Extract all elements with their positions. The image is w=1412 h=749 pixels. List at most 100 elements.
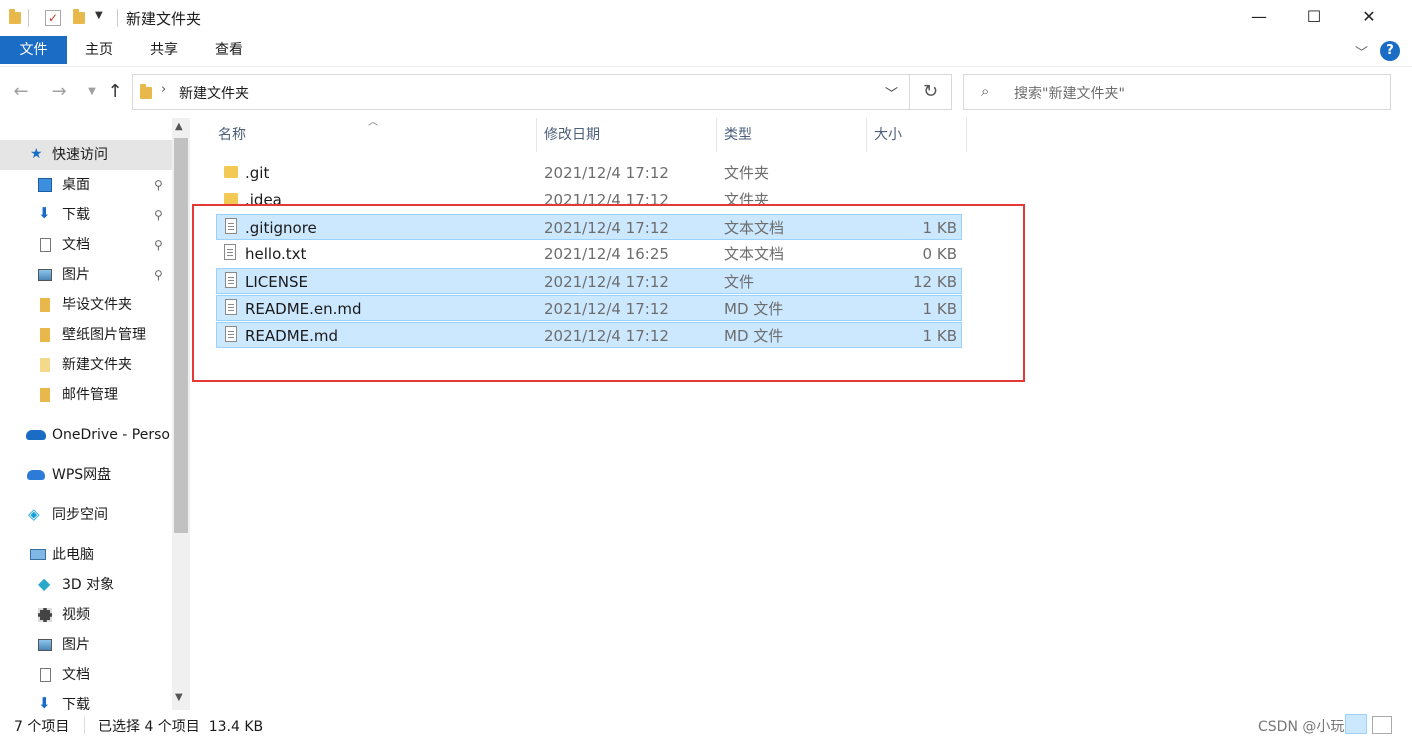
cloud-icon bbox=[27, 470, 45, 480]
folder-icon bbox=[140, 84, 152, 99]
forward-arrow-icon[interactable]: → bbox=[47, 80, 71, 104]
desktop-icon bbox=[38, 178, 52, 192]
file-name: .idea bbox=[245, 191, 282, 205]
sidebar-item-documents-pc[interactable]: 文档 bbox=[0, 660, 172, 690]
star-icon: ★ bbox=[30, 146, 43, 162]
sidebar-item-label: OneDrive - Perso bbox=[52, 427, 170, 443]
breadcrumb-current-folder[interactable]: 新建文件夹 bbox=[179, 83, 249, 103]
sidebar-item-sync-space[interactable]: ◈ 同步空间 bbox=[0, 500, 172, 530]
tab-file[interactable]: 文件 bbox=[0, 36, 67, 64]
sidebar-item-label: 此电脑 bbox=[52, 547, 94, 563]
column-divider[interactable] bbox=[536, 118, 537, 152]
sidebar-item-label: 下载 bbox=[62, 697, 90, 710]
refresh-button[interactable]: ↻ bbox=[910, 74, 952, 110]
window-title: 新建文件夹 bbox=[126, 10, 202, 28]
pin-icon[interactable]: ⚲ bbox=[154, 260, 163, 290]
column-divider[interactable] bbox=[966, 118, 967, 152]
pin-icon[interactable]: ⚲ bbox=[154, 170, 163, 200]
sidebar-item-pictures-pc[interactable]: 图片 bbox=[0, 630, 172, 660]
sidebar-item-downloads-pc[interactable]: ⬇ 下载 bbox=[0, 690, 172, 711]
tab-view[interactable]: 查看 bbox=[210, 36, 248, 64]
column-divider[interactable] bbox=[716, 118, 717, 152]
sidebar-item-onedrive[interactable]: OneDrive - Perso bbox=[0, 420, 172, 450]
column-header-size[interactable]: 大小 bbox=[874, 118, 902, 152]
folder-icon bbox=[40, 328, 50, 342]
back-arrow-icon[interactable]: ← bbox=[9, 80, 33, 104]
sidebar-item-3d-objects[interactable]: ◆ 3D 对象 bbox=[0, 570, 172, 600]
sidebar-item-quick-access[interactable]: ★ 快速访问 bbox=[0, 140, 172, 170]
folder-icon bbox=[40, 358, 50, 372]
sidebar-item-label: 3D 对象 bbox=[62, 577, 115, 593]
title-bar bbox=[0, 0, 1412, 36]
sidebar-item-new-folder[interactable]: 新建文件夹 bbox=[0, 350, 172, 380]
search-placeholder: 搜索"新建文件夹" bbox=[1014, 86, 1125, 102]
folder-icon[interactable] bbox=[9, 9, 21, 24]
video-icon bbox=[38, 608, 52, 622]
sidebar-item-documents[interactable]: 文档 ⚲ bbox=[0, 230, 172, 260]
tab-share[interactable]: 共享 bbox=[145, 36, 183, 64]
picture-icon bbox=[38, 269, 52, 281]
maximize-button[interactable]: ☐ bbox=[1291, 0, 1337, 34]
search-input[interactable]: ⌕ 搜索"新建文件夹" bbox=[963, 74, 1391, 110]
address-bar[interactable]: › 新建文件夹 ﹀ bbox=[132, 74, 910, 110]
sidebar-item-label: 桌面 bbox=[62, 177, 90, 193]
scroll-down-arrow-icon[interactable]: ▼ bbox=[175, 692, 183, 703]
file-modified: 2021/12/4 17:12 bbox=[544, 164, 669, 182]
sidebar-item-label: WPS网盘 bbox=[52, 467, 112, 483]
folder-icon bbox=[40, 298, 50, 312]
tab-home[interactable]: 主页 bbox=[80, 36, 118, 64]
scroll-up-arrow-icon[interactable]: ▲ bbox=[175, 121, 183, 132]
sidebar-item-label: 壁纸图片管理 bbox=[62, 327, 146, 343]
pin-icon[interactable]: ⚲ bbox=[154, 200, 163, 230]
recent-locations-chevron-icon[interactable]: ▼ bbox=[80, 80, 104, 104]
column-header-name[interactable]: 名称 bbox=[218, 118, 246, 152]
up-arrow-icon[interactable]: ↑ bbox=[103, 80, 127, 104]
document-icon bbox=[40, 238, 51, 252]
item-count: 7 个项目 bbox=[14, 719, 70, 735]
details-view-button[interactable] bbox=[1345, 714, 1367, 734]
file-name: .git bbox=[245, 164, 270, 182]
new-folder-icon[interactable] bbox=[73, 9, 85, 24]
column-divider[interactable] bbox=[866, 118, 867, 152]
sidebar-item-desktop[interactable]: 桌面 ⚲ bbox=[0, 170, 172, 200]
sidebar-scroll-thumb[interactable] bbox=[174, 138, 188, 533]
ribbon-expand-chevron-icon[interactable]: ﹀ bbox=[1355, 42, 1368, 61]
status-divider bbox=[84, 716, 85, 734]
cloud-icon bbox=[26, 430, 46, 440]
sidebar-item-label: 快速访问 bbox=[52, 147, 108, 163]
sidebar-item-label: 邮件管理 bbox=[62, 387, 118, 403]
file-type: 文件夹 bbox=[724, 191, 770, 205]
folder-icon bbox=[40, 388, 50, 402]
column-header-type[interactable]: 类型 bbox=[724, 118, 752, 152]
sidebar-item-videos[interactable]: 视频 bbox=[0, 600, 172, 630]
breadcrumb-separator-icon[interactable]: › bbox=[161, 82, 166, 97]
document-icon bbox=[40, 668, 51, 682]
sidebar-item-this-pc[interactable]: 此电脑 bbox=[0, 540, 172, 570]
quick-access-dropdown-icon[interactable]: ▼ bbox=[95, 10, 103, 21]
cube-icon: ◆ bbox=[38, 574, 51, 593]
file-row-git[interactable]: .git 2021/12/4 17:12 文件夹 bbox=[216, 160, 962, 186]
column-header-modified[interactable]: 修改日期 bbox=[544, 118, 600, 152]
large-icons-view-button[interactable] bbox=[1372, 716, 1392, 734]
sidebar-item-downloads[interactable]: ⬇ 下载 ⚲ bbox=[0, 200, 172, 230]
properties-check-icon[interactable]: ✓ bbox=[45, 10, 61, 26]
folder-icon bbox=[224, 166, 238, 178]
minimize-button[interactable]: — bbox=[1236, 0, 1282, 34]
file-row-idea[interactable]: .idea 2021/12/4 17:12 文件夹 bbox=[216, 187, 962, 205]
sidebar-item-pictures[interactable]: 图片 ⚲ bbox=[0, 260, 172, 290]
close-button[interactable]: ✕ bbox=[1346, 0, 1392, 34]
computer-icon bbox=[30, 549, 46, 560]
sidebar-item-wallpaper-folder[interactable]: 壁纸图片管理 bbox=[0, 320, 172, 350]
download-icon: ⬇ bbox=[38, 694, 51, 711]
help-button[interactable]: ? bbox=[1380, 41, 1400, 61]
sidebar-item-label: 新建文件夹 bbox=[62, 357, 132, 373]
address-dropdown-chevron-icon[interactable]: ﹀ bbox=[885, 83, 898, 102]
sidebar-item-wps-drive[interactable]: WPS网盘 bbox=[0, 460, 172, 490]
selection-info: 已选择 4 个项目 13.4 KB bbox=[98, 719, 264, 735]
sidebar-item-mail-folder[interactable]: 邮件管理 bbox=[0, 380, 172, 410]
file-type: 文件夹 bbox=[724, 164, 770, 182]
sidebar-item-label: 毕设文件夹 bbox=[62, 297, 132, 313]
sidebar-item-thesis-folder[interactable]: 毕设文件夹 bbox=[0, 290, 172, 320]
sidebar-item-label: 文档 bbox=[62, 667, 90, 683]
pin-icon[interactable]: ⚲ bbox=[154, 230, 163, 260]
